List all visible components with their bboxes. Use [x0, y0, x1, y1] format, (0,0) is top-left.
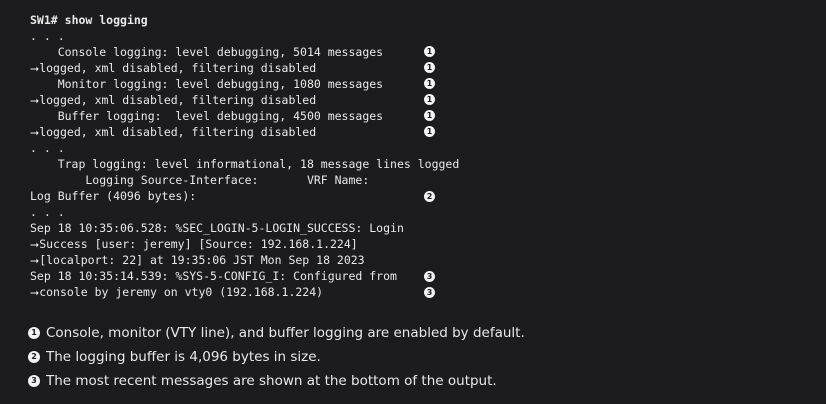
output-line: Log Buffer (4096 bytes): [30, 189, 197, 203]
note-item: 2 The logging buffer is 4,096 bytes in s… [28, 345, 525, 369]
callout-badge: 1 [424, 110, 435, 121]
note-text: The most recent messages are shown at th… [46, 373, 497, 389]
output-line: . . . [30, 29, 65, 43]
note-item: 1 Console, monitor (VTY line), and buffe… [28, 321, 525, 345]
output-line: Sep 18 10:35:06.528: %SEC_LOGIN-5-LOGIN_… [30, 221, 404, 235]
output-line: . . . [30, 141, 65, 155]
note-badge: 3 [28, 375, 40, 387]
note-badge: 1 [28, 327, 40, 339]
command-line: SW1# show logging [30, 12, 459, 28]
output-line: ⭢logged, xml disabled, filtering disable… [30, 93, 317, 107]
callout-badge: 2 [424, 191, 435, 202]
output-line: ⭢logged, xml disabled, filtering disable… [30, 125, 317, 139]
terminal-text: SW1# show logging. . . Console logging: … [30, 12, 459, 300]
callout-badge: 3 [424, 287, 435, 298]
callout-badge: 1 [424, 126, 435, 137]
output-line: Console logging: level debugging, 5014 m… [30, 45, 384, 59]
callout-notes: 1 Console, monitor (VTY line), and buffe… [28, 321, 525, 393]
output-line: ⭢console by jeremy on vty0 (192.168.1.22… [30, 285, 324, 299]
output-line: ⭢[localport: 22] at 19:35:06 JST Mon Sep… [30, 253, 365, 267]
output-line: ⭢logged, xml disabled, filtering disable… [30, 61, 317, 75]
cli-prompt: SW1# [30, 13, 58, 27]
callout-badge: 1 [424, 78, 435, 89]
output-line: Trap logging: level informational, 18 me… [30, 157, 460, 171]
terminal-output: SW1# show logging. . . Console logging: … [0, 0, 826, 314]
output-line: Buffer logging: level debugging, 4500 me… [30, 109, 384, 123]
callout-badge: 1 [424, 46, 435, 57]
output-line: Monitor logging: level debugging, 1080 m… [30, 77, 384, 91]
note-text: Console, monitor (VTY line), and buffer … [46, 325, 525, 341]
note-item: 3 The most recent messages are shown at … [28, 369, 525, 393]
note-text: The logging buffer is 4,096 bytes in siz… [46, 349, 321, 365]
output-line: . . . [30, 205, 65, 219]
output-line: Logging Source-Interface: VRF Name: [30, 173, 370, 187]
note-badge: 2 [28, 351, 40, 363]
output-line: ⭢Success [user: jeremy] [Source: 192.168… [30, 237, 358, 251]
output-line: Sep 18 10:35:14.539: %SYS-5-CONFIG_I: Co… [30, 269, 397, 283]
callout-badge: 3 [424, 271, 435, 282]
cli-command: show logging [64, 13, 148, 27]
callout-badge: 1 [424, 94, 435, 105]
callout-badge: 1 [424, 62, 435, 73]
